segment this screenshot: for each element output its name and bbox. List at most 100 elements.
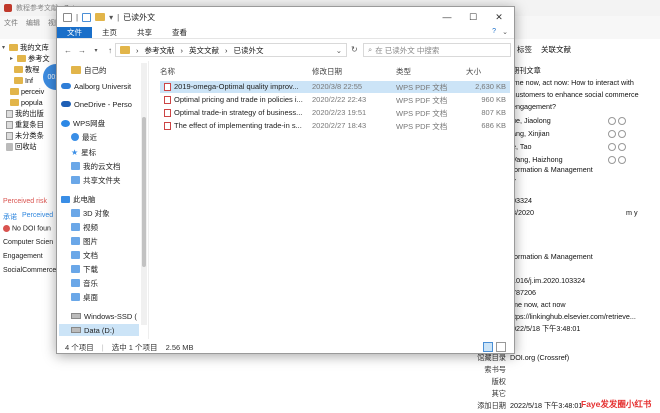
nav-item[interactable]: 文档: [71, 249, 98, 261]
back-icon[interactable]: ←: [61, 46, 75, 55]
collection-trash[interactable]: 回收站: [6, 141, 37, 152]
nav-item[interactable]: 此电脑: [61, 193, 96, 205]
collection-duplicates[interactable]: 重复条目: [6, 119, 44, 130]
breadcrumb-item[interactable]: 英文文献: [189, 45, 219, 56]
file-row[interactable]: 2019-omega-Optimal quality improv... 202…: [160, 81, 510, 93]
file-size: 686 KB: [481, 121, 506, 130]
nav-item[interactable]: WPS网盘: [61, 117, 105, 129]
address-dropdown-icon[interactable]: ⌄: [336, 46, 342, 55]
file-row[interactable]: The effect of implementing trade-in s...…: [160, 120, 510, 132]
collection-unfiled[interactable]: 未分类条: [6, 130, 44, 141]
refresh-icon[interactable]: ↻: [351, 45, 358, 54]
author-field[interactable]: ue, Jiaolong: [512, 116, 551, 125]
remove-author-icon[interactable]: [608, 143, 616, 151]
menu-edit[interactable]: 编辑: [26, 18, 40, 28]
nav-item[interactable]: 桌面: [71, 291, 98, 303]
collection-item[interactable]: perceiv: [10, 86, 44, 97]
collection-my-library[interactable]: ▾ 我的文库: [2, 42, 49, 53]
tag-engagement[interactable]: Engagement: [3, 253, 43, 260]
author-field[interactable]: ang, Xinjian: [512, 129, 550, 138]
url-field[interactable]: ttps://linkinghub.elsevier.com/retrieve.…: [512, 312, 636, 321]
column-name[interactable]: 名称: [160, 66, 175, 77]
author-field[interactable]: Vang, Haizhong: [512, 155, 563, 164]
breadcrumb-item[interactable]: 已读外文: [234, 45, 264, 56]
nav-item[interactable]: 自己的: [71, 64, 107, 76]
date-field[interactable]: 3/2020: [512, 208, 534, 217]
tag-perceived-risk[interactable]: Perceived risk: [3, 198, 47, 205]
checkmark-icon[interactable]: [82, 12, 92, 22]
library-catalog-value[interactable]: DOI.org (Crossref): [510, 353, 569, 362]
nav-item[interactable]: Aalborg Universit: [61, 80, 131, 92]
tab-view[interactable]: 查看: [162, 27, 197, 38]
tag-item[interactable]: 承诺: [3, 212, 17, 222]
tab-related[interactable]: 关联文献: [541, 44, 571, 55]
remove-author-icon[interactable]: [608, 117, 616, 125]
expand-ribbon-icon[interactable]: ⌄: [502, 28, 508, 36]
collection-item[interactable]: popula: [10, 97, 43, 108]
tag-item[interactable]: Perceived: [22, 212, 53, 219]
nav-item[interactable]: 视频: [71, 221, 98, 233]
pages-field[interactable]: 03324: [512, 196, 532, 205]
forward-icon[interactable]: →: [75, 46, 89, 55]
remove-author-icon[interactable]: [608, 130, 616, 138]
column-type[interactable]: 类型: [396, 66, 411, 77]
issn-field[interactable]: 787206: [512, 288, 536, 297]
details-view-icon[interactable]: [483, 342, 493, 352]
new-folder-icon[interactable]: [95, 13, 106, 21]
expand-arrow-icon[interactable]: ▸: [10, 55, 15, 62]
doi-field[interactable]: 1016/j.im.2020.103324: [512, 276, 585, 285]
nav-item[interactable]: 最近: [71, 131, 97, 143]
accessed-field[interactable]: 022/5/18 下午3:48:01: [512, 324, 580, 334]
search-box[interactable]: ⌕ 在 已读外文 中搜索: [363, 43, 511, 57]
add-author-icon[interactable]: [618, 117, 626, 125]
tag-computer-science[interactable]: Computer Scien: [3, 239, 53, 246]
publication-field[interactable]: formation & Management: [512, 165, 593, 174]
collection-item[interactable]: Inf: [14, 75, 33, 86]
nav-item[interactable]: 音乐: [71, 277, 98, 289]
dropdown-arrow-icon[interactable]: ▾: [109, 13, 113, 22]
close-icon[interactable]: ✕: [486, 7, 512, 27]
column-date[interactable]: 修改日期: [312, 66, 342, 77]
item-title-line: engagement?: [512, 102, 556, 111]
file-row[interactable]: Optimal pricing and trade in policies i.…: [160, 94, 510, 106]
nav-item[interactable]: 3D 对象: [71, 207, 110, 219]
expand-arrow-icon[interactable]: ▾: [2, 44, 7, 51]
tab-file[interactable]: 文件: [57, 27, 92, 38]
file-row[interactable]: Optimal trade-in strategy of business...…: [160, 107, 510, 119]
journal-abbr-field[interactable]: formation & Management: [512, 252, 593, 261]
collection-item[interactable]: 教程: [14, 64, 39, 75]
tag-social-commerce[interactable]: SocialCommerce: [3, 267, 56, 274]
menu-file[interactable]: 文件: [4, 18, 18, 28]
nav-item[interactable]: 共享文件夹: [71, 174, 121, 186]
breadcrumb-item[interactable]: 参考文献: [145, 45, 175, 56]
add-author-icon[interactable]: [618, 143, 626, 151]
nav-item[interactable]: 图片: [71, 235, 98, 247]
collection-item[interactable]: ▸ 参考文: [10, 53, 50, 64]
nav-item[interactable]: 下载: [71, 263, 98, 275]
tab-tags[interactable]: 标签: [517, 44, 532, 55]
short-title-field[interactable]: me now, act now: [512, 300, 566, 309]
nav-item[interactable]: OneDrive - Perso: [61, 98, 132, 110]
collection-my-publications[interactable]: 我的出版: [6, 108, 44, 119]
tab-share[interactable]: 共享: [127, 27, 162, 38]
help-icon[interactable]: ?: [492, 28, 496, 35]
large-icons-view-icon[interactable]: [496, 342, 506, 352]
nav-pane-scroll-thumb[interactable]: [142, 117, 146, 267]
minimize-icon[interactable]: —: [434, 7, 460, 27]
column-size[interactable]: 大小: [466, 66, 481, 77]
remove-author-icon[interactable]: [608, 156, 616, 164]
quick-access-icon[interactable]: [63, 12, 72, 22]
nav-item[interactable]: Windows-SSD (: [71, 310, 137, 322]
nav-item[interactable]: 我的云文档: [71, 160, 121, 172]
maximize-icon[interactable]: ☐: [460, 7, 486, 27]
file-date: 2020/2/22 22:43: [312, 95, 367, 104]
recent-locations-icon[interactable]: ▾: [89, 47, 103, 54]
pictures-icon: [71, 237, 80, 245]
tab-home[interactable]: 主页: [92, 27, 127, 38]
add-author-icon[interactable]: [618, 156, 626, 164]
nav-item[interactable]: ★ 星标: [71, 146, 96, 158]
add-author-icon[interactable]: [618, 130, 626, 138]
tag-no-doi[interactable]: No DOI foun: [3, 225, 51, 232]
address-bar[interactable]: › 参考文献 › 英文文献 › 已读外文 ⌄: [115, 43, 347, 57]
nav-item-selected[interactable]: Data (D:): [59, 324, 139, 336]
